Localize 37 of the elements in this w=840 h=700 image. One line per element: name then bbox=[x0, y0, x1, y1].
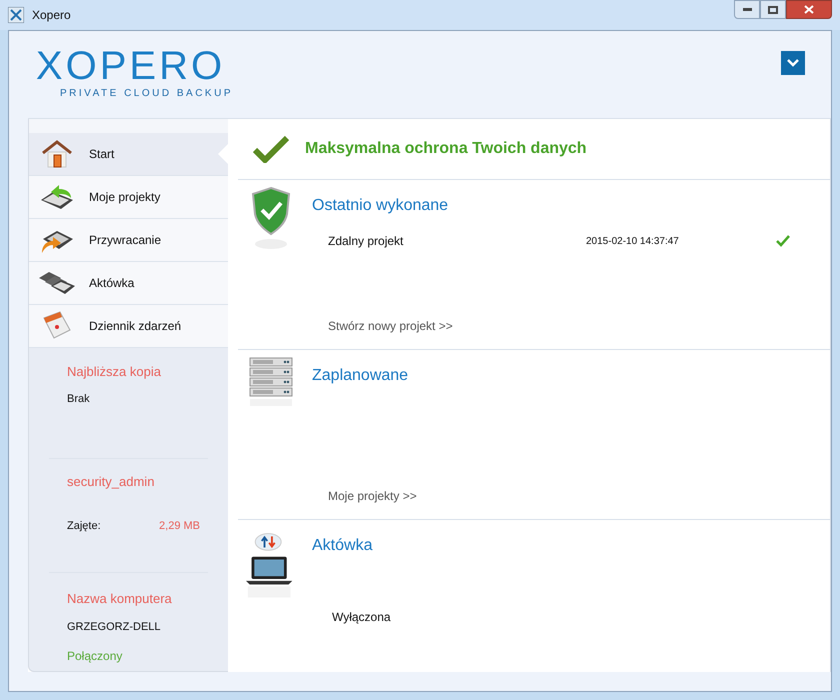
sidebar-item[interactable]: Moje projekty bbox=[29, 176, 228, 219]
connection-status: Połączony bbox=[67, 648, 124, 665]
checkmark-icon bbox=[253, 135, 289, 163]
section-label: Najbliższa kopia bbox=[67, 363, 162, 381]
briefcase-status: Wyłączona bbox=[331, 609, 392, 626]
app-icon bbox=[8, 7, 24, 23]
close-button[interactable] bbox=[786, 0, 832, 19]
minimize-button[interactable] bbox=[734, 0, 760, 19]
minimize-icon bbox=[742, 8, 752, 11]
house-icon bbox=[41, 138, 73, 170]
section-title: Aktówka bbox=[312, 536, 374, 556]
section-title: Zaplanowane bbox=[312, 366, 410, 386]
username: security_admin bbox=[67, 473, 156, 491]
server-icon bbox=[249, 356, 293, 408]
maximize-icon bbox=[768, 6, 778, 14]
chevron-down-icon bbox=[787, 59, 799, 67]
link[interactable]: Stwórz nowy projekt >> bbox=[328, 317, 453, 335]
usage-value: 2,29 MB bbox=[159, 518, 200, 534]
link[interactable]: Moje projekty >> bbox=[328, 487, 417, 505]
status-message: Maksymalna ochrona Twoich danych bbox=[305, 139, 587, 159]
window-title: Xopero bbox=[32, 7, 71, 24]
sidebar-item[interactable]: Przywracanie bbox=[29, 219, 228, 262]
drive-arrow-icon bbox=[39, 182, 75, 212]
logo: XOPERO PRIVATE CLOUD BACKUP bbox=[34, 46, 233, 101]
project-time: 2015-02-10 14:37:47 bbox=[586, 234, 680, 248]
section-label: Nazwa komputera bbox=[67, 590, 173, 608]
maximize-button[interactable] bbox=[760, 0, 786, 19]
sidebar-item[interactable]: Aktówka bbox=[29, 262, 228, 305]
computer-name: GRZEGORZ-DELL bbox=[67, 620, 162, 634]
project-name: Zdalny projekt bbox=[328, 233, 404, 250]
close-icon bbox=[804, 5, 814, 14]
section-title: Ostatnio wykonane bbox=[312, 196, 450, 216]
usage-label: Zajęte: bbox=[67, 518, 101, 534]
menu-dropdown-button[interactable] bbox=[781, 51, 805, 75]
shield-icon bbox=[251, 186, 291, 250]
sidebar-item[interactable]: Dziennik zdarzeń bbox=[29, 305, 228, 348]
next-copy-value: Brak bbox=[67, 392, 91, 406]
